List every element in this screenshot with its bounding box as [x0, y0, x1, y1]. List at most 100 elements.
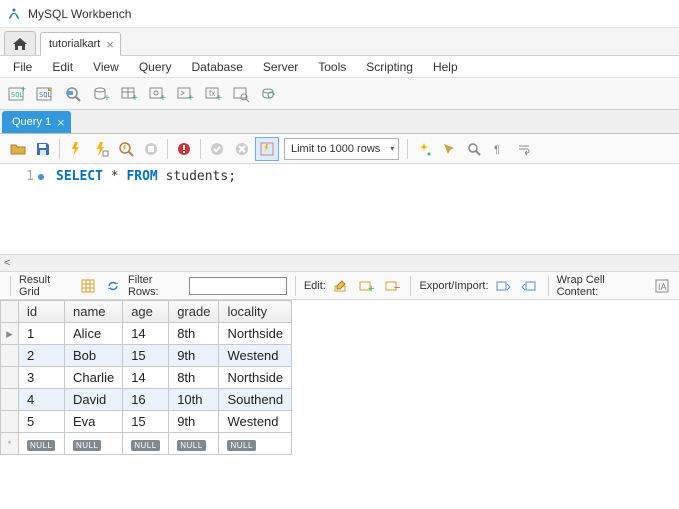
- wrap-cell-label: Wrap Cell Content:: [557, 274, 648, 298]
- table-row[interactable]: 2 Bob 15 9th Westend: [1, 345, 292, 367]
- execute-current-icon[interactable]: [89, 137, 113, 161]
- proc-add-icon[interactable]: +: [172, 81, 198, 107]
- sql-editor[interactable]: 1 SELECT * FROM students;: [0, 164, 679, 254]
- app-icon: [6, 6, 22, 22]
- query-tab-label: Query 1: [12, 116, 51, 128]
- rollback-icon[interactable]: [230, 137, 254, 161]
- new-sql-tab-icon[interactable]: SQL+: [4, 81, 30, 107]
- open-sql-file-icon[interactable]: SQL: [32, 81, 58, 107]
- svg-text:+: +: [160, 93, 166, 103]
- null-pill: NULL: [73, 440, 101, 451]
- autocommit-toggle-icon[interactable]: [255, 137, 279, 161]
- keyword: SELECT: [56, 169, 103, 184]
- svg-text:+: +: [21, 85, 26, 94]
- null-pill: NULL: [27, 440, 55, 451]
- null-pill: NULL: [227, 440, 255, 451]
- menu-file[interactable]: File: [4, 58, 41, 76]
- inspector-icon[interactable]: [60, 81, 86, 107]
- explain-icon[interactable]: [114, 137, 138, 161]
- wrap-cell-icon[interactable]: IA: [651, 275, 673, 297]
- table-null-row[interactable]: * NULL NULL NULL NULL NULL: [1, 433, 292, 455]
- col-age[interactable]: age: [123, 301, 169, 323]
- limit-rows-select[interactable]: Limit to 1000 rows: [284, 138, 399, 160]
- table-row[interactable]: 3 Charlie 14 8th Northside: [1, 367, 292, 389]
- edit-label: Edit:: [304, 280, 326, 292]
- horizontal-scroll[interactable]: <: [0, 254, 679, 272]
- reconnect-icon[interactable]: [256, 81, 282, 107]
- menu-scripting[interactable]: Scripting: [357, 58, 422, 76]
- result-grid-icon[interactable]: [77, 275, 99, 297]
- menu-database[interactable]: Database: [183, 58, 252, 76]
- new-row-icon: *: [1, 433, 19, 455]
- filter-rows-input[interactable]: [189, 277, 287, 295]
- close-icon[interactable]: ×: [106, 38, 114, 51]
- find-icon[interactable]: [437, 137, 461, 161]
- null-pill: NULL: [131, 440, 159, 451]
- svg-text:+: +: [368, 283, 374, 294]
- col-id[interactable]: id: [19, 301, 65, 323]
- menu-help[interactable]: Help: [424, 58, 467, 76]
- invisible-chars-icon[interactable]: ¶: [487, 137, 511, 161]
- table-row[interactable]: ▸ 1 Alice 14 8th Northside: [1, 323, 292, 345]
- svg-text:IA: IA: [658, 282, 667, 292]
- connection-tab-row: tutorialkart ×: [0, 28, 679, 56]
- connection-tab[interactable]: tutorialkart ×: [40, 32, 121, 56]
- svg-text:+: +: [132, 93, 138, 103]
- commit-icon[interactable]: [205, 137, 229, 161]
- search-icon[interactable]: [462, 137, 486, 161]
- delete-row-icon[interactable]: −: [381, 275, 403, 297]
- edit-row-icon[interactable]: [330, 275, 352, 297]
- col-grade[interactable]: grade: [169, 301, 219, 323]
- import-icon[interactable]: [518, 275, 540, 297]
- stop-on-error-icon[interactable]: [172, 137, 196, 161]
- table-add-icon[interactable]: +: [116, 81, 142, 107]
- menu-tools[interactable]: Tools: [309, 58, 355, 76]
- view-add-icon[interactable]: +: [144, 81, 170, 107]
- stop-icon[interactable]: [139, 137, 163, 161]
- export-import-label: Export/Import:: [419, 280, 488, 292]
- menu-query[interactable]: Query: [130, 58, 181, 76]
- limit-rows-label: Limit to 1000 rows: [291, 143, 380, 155]
- result-grid-label: Result Grid: [19, 274, 73, 298]
- svg-text:¶: ¶: [494, 144, 500, 156]
- open-file-icon[interactable]: [6, 137, 30, 161]
- wrap-icon[interactable]: [512, 137, 536, 161]
- menu-view[interactable]: View: [84, 58, 128, 76]
- breakpoint-dot-icon: [38, 174, 44, 180]
- menu-server[interactable]: Server: [254, 58, 307, 76]
- null-pill: NULL: [177, 440, 205, 451]
- db-add-icon[interactable]: +: [88, 81, 114, 107]
- search-table-icon[interactable]: [228, 81, 254, 107]
- app-title: MySQL Workbench: [28, 7, 131, 21]
- result-toolbar: Result Grid Filter Rows: Edit: + − Expor…: [0, 272, 679, 300]
- result-table[interactable]: id name age grade locality ▸ 1 Alice 14 …: [0, 300, 292, 455]
- table-row[interactable]: 5 Eva 15 9th Westend: [1, 411, 292, 433]
- export-icon[interactable]: [493, 275, 515, 297]
- query-tab[interactable]: Query 1 ×: [2, 111, 71, 133]
- col-name[interactable]: name: [65, 301, 123, 323]
- svg-text:+: +: [188, 93, 194, 103]
- svg-text:+: +: [104, 93, 110, 103]
- func-add-icon[interactable]: fx+: [200, 81, 226, 107]
- row-header-blank: [1, 301, 19, 323]
- row-cursor-icon: ▸: [1, 323, 19, 345]
- menu-bar: File Edit View Query Database Server Too…: [0, 56, 679, 78]
- col-locality[interactable]: locality: [219, 301, 292, 323]
- beautify-icon[interactable]: [412, 137, 436, 161]
- home-button[interactable]: [4, 31, 36, 55]
- table-row[interactable]: 4 David 16 10th Southend: [1, 389, 292, 411]
- svg-text:SQL: SQL: [39, 91, 52, 99]
- add-row-icon[interactable]: +: [355, 275, 377, 297]
- close-icon[interactable]: ×: [57, 115, 65, 130]
- save-icon[interactable]: [31, 137, 55, 161]
- editor-code[interactable]: SELECT * FROM students;: [50, 164, 236, 254]
- menu-edit[interactable]: Edit: [43, 58, 82, 76]
- connection-tab-label: tutorialkart: [49, 38, 100, 50]
- editor-toolbar: Limit to 1000 rows ¶: [0, 134, 679, 164]
- refresh-icon[interactable]: [102, 275, 124, 297]
- editor-gutter: 1: [0, 164, 50, 254]
- execute-icon[interactable]: [64, 137, 88, 161]
- filter-rows-label: Filter Rows:: [128, 274, 185, 298]
- main-toolbar: SQL+ SQL + + + + fx+: [0, 78, 679, 110]
- svg-text:fx: fx: [209, 89, 215, 98]
